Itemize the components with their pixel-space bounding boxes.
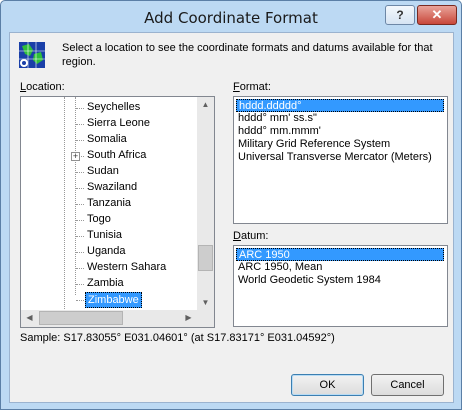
tree-item-togo[interactable]: Togo	[85, 212, 113, 228]
format-label: Format:	[233, 81, 271, 93]
tree-item-sudan[interactable]: Sudan	[85, 164, 121, 180]
tree-connector-line	[76, 172, 84, 173]
datum-label: Datum:	[233, 230, 269, 242]
dialog-body: Select a location to see the coordinate …	[9, 32, 454, 403]
tree-connector-line	[76, 284, 84, 285]
vertical-scroll-thumb[interactable]	[198, 245, 213, 271]
location-tree-items: Seychelles Sierra Leone Somalia + South Afri…	[21, 97, 197, 311]
tree-connector-line	[76, 300, 84, 301]
horizontal-scroll-thumb[interactable]	[39, 311, 123, 325]
tree-connector-line	[76, 220, 84, 221]
tree-connector-line	[76, 188, 84, 189]
tree-connector-line	[76, 140, 84, 141]
ok-button[interactable]: OK	[291, 374, 364, 396]
location-horizontal-scrollbar[interactable]: ◀ ▶	[21, 310, 197, 327]
intro-text: Select a location to see the coordinate …	[62, 42, 433, 68]
tree-item-zimbabwe[interactable]: Zimbabwe	[85, 292, 142, 308]
tree-item-seychelles[interactable]: Seychelles	[85, 100, 142, 116]
tree-connector-line	[76, 124, 84, 125]
tree-item-tunisia[interactable]: Tunisia	[85, 228, 124, 244]
tree-guide-line	[64, 97, 65, 311]
tree-item-western-sahara[interactable]: Western Sahara	[85, 260, 168, 276]
location-tree[interactable]: Seychelles Sierra Leone Somalia + South Afri…	[20, 96, 215, 328]
location-vertical-scrollbar[interactable]: ▲ ▼	[197, 97, 214, 311]
datum-list[interactable]: ARC 1950 ARC 1950, Mean World Geodetic Sys…	[233, 245, 448, 327]
close-button[interactable]: ✕	[417, 5, 457, 25]
datum-list-item[interactable]: ARC 1950	[236, 248, 444, 261]
format-list-item[interactable]: hddd° mm.mmm'	[236, 125, 323, 138]
help-button[interactable]: ?	[385, 5, 415, 25]
expand-plus-icon[interactable]: +	[71, 152, 80, 161]
tree-guide-line	[75, 97, 76, 295]
dialog-window: Add Coordinate Format ? ✕ Select a locat…	[0, 0, 462, 410]
tree-item-tanzania[interactable]: Tanzania	[85, 196, 133, 212]
format-list-item[interactable]: hddd° mm' ss.s"	[236, 112, 319, 125]
tree-item-uganda[interactable]: Uganda	[85, 244, 128, 260]
scroll-down-arrow-icon[interactable]: ▼	[197, 298, 214, 308]
sample-text: Sample: S17.83055° E031.04601° (at S17.8…	[20, 332, 335, 344]
scroll-up-arrow-icon[interactable]: ▲	[197, 100, 214, 110]
format-list-item[interactable]: hddd.ddddd°	[236, 99, 444, 112]
scrollbar-corner	[197, 310, 214, 327]
format-list[interactable]: hddd.ddddd° hddd° mm' ss.s" hddd° mm.mmm' M…	[233, 96, 448, 224]
tree-connector-line	[76, 252, 84, 253]
scroll-right-arrow-icon[interactable]: ▶	[180, 313, 197, 323]
location-label: Location:	[20, 81, 65, 93]
cancel-button[interactable]: Cancel	[371, 374, 444, 396]
title-bar[interactable]: Add Coordinate Format ? ✕	[1, 1, 461, 33]
tree-item-sierra-leone[interactable]: Sierra Leone	[85, 116, 152, 132]
tree-item-swaziland[interactable]: Swaziland	[85, 180, 139, 196]
tree-connector-line	[76, 108, 84, 109]
format-list-item[interactable]: Universal Transverse Mercator (Meters)	[236, 151, 434, 164]
tree-connector-line	[76, 204, 84, 205]
tree-connector-line	[76, 268, 84, 269]
datum-list-item[interactable]: ARC 1950, Mean	[236, 261, 324, 274]
datum-list-item[interactable]: World Geodetic System 1984	[236, 274, 383, 287]
tree-connector-line	[76, 236, 84, 237]
format-list-item[interactable]: Military Grid Reference System	[236, 138, 392, 151]
globe-grid-icon	[19, 42, 45, 68]
scroll-left-arrow-icon[interactable]: ◀	[21, 313, 38, 323]
tree-item-zambia[interactable]: Zambia	[85, 276, 126, 292]
tree-item-somalia[interactable]: Somalia	[85, 132, 129, 148]
tree-item-south-africa[interactable]: South Africa	[85, 148, 148, 164]
